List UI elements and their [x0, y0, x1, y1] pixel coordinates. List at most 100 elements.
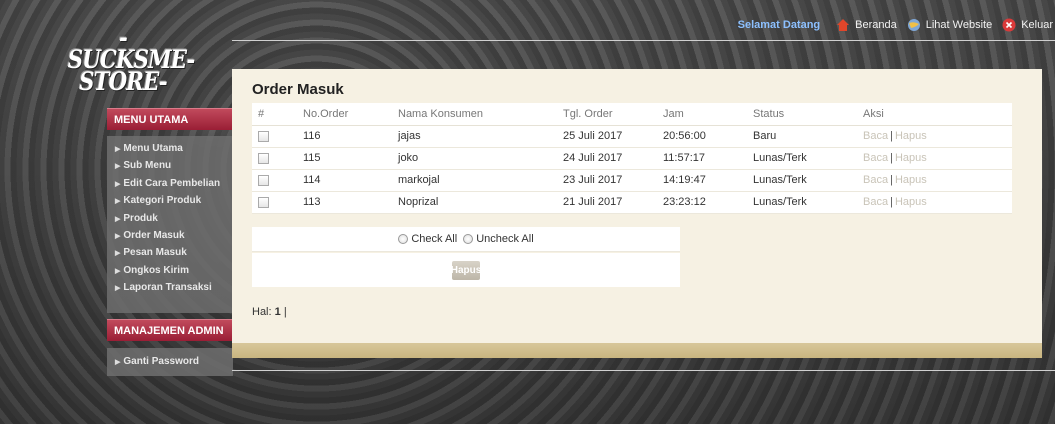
order-number: 116 — [297, 125, 392, 148]
pagination: Hal: 1 | — [252, 306, 287, 318]
order-number: 114 — [297, 169, 392, 192]
col-header-no-order: No.Order — [297, 103, 392, 126]
uncheck-all-option[interactable]: Uncheck All — [463, 233, 534, 245]
table-row: 115 joko 24 Juli 2017 11:57:17 Lunas/Ter… — [252, 147, 1012, 170]
sidebar-item-edit-cara-pembelian[interactable]: ▶ Edit Cara Pembelian — [107, 175, 233, 192]
table-row: 116 jajas 25 Juli 2017 20:56:00 Baru Bac… — [252, 125, 1012, 148]
action-separator: | — [890, 152, 893, 164]
row-actions: Baca | Hapus — [857, 125, 1012, 148]
order-status: Baru — [747, 125, 857, 148]
store-logo: -SUCKSME- STORE- — [67, 23, 196, 94]
sidebar-item-ongkos-kirim[interactable]: ▶ Ongkos Kirim — [107, 262, 233, 279]
lihat-website-label: Lihat Website — [925, 19, 993, 31]
table-row: 114 markojal 23 Juli 2017 14:19:47 Lunas… — [252, 169, 1012, 192]
sidebar-item-menu-utama[interactable]: ▶ Menu Utama — [107, 140, 233, 157]
baca-link[interactable]: Baca — [863, 152, 888, 164]
sidebar-item-label: Pesan Masuk — [123, 247, 187, 259]
customer-name: markojal — [392, 169, 557, 192]
table-header-row: # No.Order Nama Konsumen Tgl. Order Jam … — [252, 103, 1012, 126]
col-header-nama-konsumen: Nama Konsumen — [392, 103, 557, 126]
admin-menu-list: ▶ Ganti Password — [107, 348, 233, 376]
row-checkbox[interactable] — [258, 152, 269, 164]
keluar-link[interactable]: Keluar — [1002, 18, 1053, 32]
menu-utama-heading: MENU UTAMA — [107, 108, 233, 130]
chevron-right-icon: ▶ — [115, 285, 121, 293]
paging-separator: | — [283, 306, 287, 318]
baca-link[interactable]: Baca — [863, 196, 888, 208]
sidebar-item-label: Sub Menu — [123, 160, 172, 172]
manajemen-admin-heading: MANAJEMEN ADMIN — [107, 319, 233, 341]
sidebar-item-sub-menu[interactable]: ▶ Sub Menu — [107, 157, 233, 174]
baca-link[interactable]: Baca — [863, 130, 888, 142]
sidebar-item-label: Laporan Transaksi — [123, 282, 212, 294]
uncheck-all-label: Uncheck All — [476, 233, 534, 245]
order-date: 24 Juli 2017 — [557, 147, 657, 170]
sidebar-item-produk[interactable]: ▶ Produk — [107, 210, 233, 227]
sidebar-item-label: Produk — [123, 212, 158, 224]
delete-button-row: Hapus — [252, 253, 680, 287]
customer-name: jajas — [392, 125, 557, 148]
order-status: Lunas/Terk — [747, 191, 857, 214]
chevron-right-icon: ▶ — [115, 215, 121, 223]
order-number: 115 — [297, 147, 392, 170]
sidebar-item-label: Order Masuk — [123, 229, 185, 241]
logo-line-1: -SUCKSME- — [67, 23, 196, 74]
chevron-right-icon: ▶ — [115, 198, 121, 206]
baca-link[interactable]: Baca — [863, 174, 888, 186]
order-time: 23:23:12 — [657, 191, 747, 214]
keluar-label: Keluar — [1021, 19, 1053, 31]
paging-label: Hal: — [252, 306, 272, 318]
hapus-button[interactable]: Hapus — [451, 260, 481, 280]
sidebar-item-label: Ganti Password — [123, 356, 199, 367]
sidebar-item-label: Ongkos Kirim — [123, 264, 189, 276]
chevron-right-icon: ▶ — [115, 163, 121, 171]
order-date: 23 Juli 2017 — [557, 169, 657, 192]
hapus-link[interactable]: Hapus — [895, 152, 927, 164]
order-status: Lunas/Terk — [747, 169, 857, 192]
home-icon — [837, 19, 850, 31]
chevron-right-icon: ▶ — [115, 180, 121, 188]
page-title: Order Masuk — [252, 81, 344, 98]
col-header-jam: Jam — [657, 103, 747, 126]
order-number: 113 — [297, 191, 392, 214]
col-header-check: # — [252, 103, 297, 126]
chevron-right-icon: ▶ — [115, 359, 121, 366]
welcome-text: Selamat Datang — [737, 19, 821, 31]
row-checkbox[interactable] — [258, 130, 269, 142]
check-all-option[interactable]: Check All — [398, 233, 457, 245]
order-time: 11:57:17 — [657, 147, 747, 170]
order-date: 25 Juli 2017 — [557, 125, 657, 148]
hapus-link[interactable]: Hapus — [895, 130, 927, 142]
order-time: 20:56:00 — [657, 125, 747, 148]
check-all-radio[interactable] — [398, 234, 409, 244]
row-checkbox[interactable] — [258, 196, 269, 208]
sidebar-item-laporan-transaksi[interactable]: ▶ Laporan Transaksi — [107, 279, 233, 296]
check-options-row: Check All Uncheck All — [252, 227, 680, 252]
hapus-link[interactable]: Hapus — [895, 174, 927, 186]
chevron-right-icon: ▶ — [115, 250, 121, 258]
beranda-label: Beranda — [855, 19, 897, 31]
row-actions: Baca | Hapus — [857, 191, 1012, 214]
order-status: Lunas/Terk — [747, 147, 857, 170]
sidebar-item-ganti-password[interactable]: ▶ Ganti Password — [107, 350, 233, 374]
action-separator: | — [890, 174, 893, 186]
sidebar-item-label: Kategori Produk — [123, 195, 202, 207]
sidebar-item-kategori-produk[interactable]: ▶ Kategori Produk — [107, 192, 233, 209]
order-date: 21 Juli 2017 — [557, 191, 657, 214]
chevron-right-icon: ▶ — [115, 146, 121, 153]
beranda-link[interactable]: Beranda — [836, 18, 897, 32]
sidebar-item-pesan-masuk[interactable]: ▶ Pesan Masuk — [107, 244, 233, 261]
page-link-current[interactable]: 1 — [275, 306, 281, 318]
lihat-website-link[interactable]: Lihat Website — [907, 18, 992, 32]
sidebar-item-order-masuk[interactable]: ▶ Order Masuk — [107, 227, 233, 244]
customer-name: Noprizal — [392, 191, 557, 214]
uncheck-all-radio[interactable] — [463, 234, 474, 244]
col-header-status: Status — [747, 103, 857, 126]
hapus-link[interactable]: Hapus — [895, 196, 927, 208]
globe-icon — [907, 19, 920, 31]
order-time: 14:19:47 — [657, 169, 747, 192]
action-separator: | — [890, 130, 893, 142]
content-panel: Order Masuk # No.Order Nama Konsumen Tgl… — [232, 69, 1042, 343]
top-divider — [232, 40, 1055, 41]
row-checkbox[interactable] — [258, 174, 269, 186]
